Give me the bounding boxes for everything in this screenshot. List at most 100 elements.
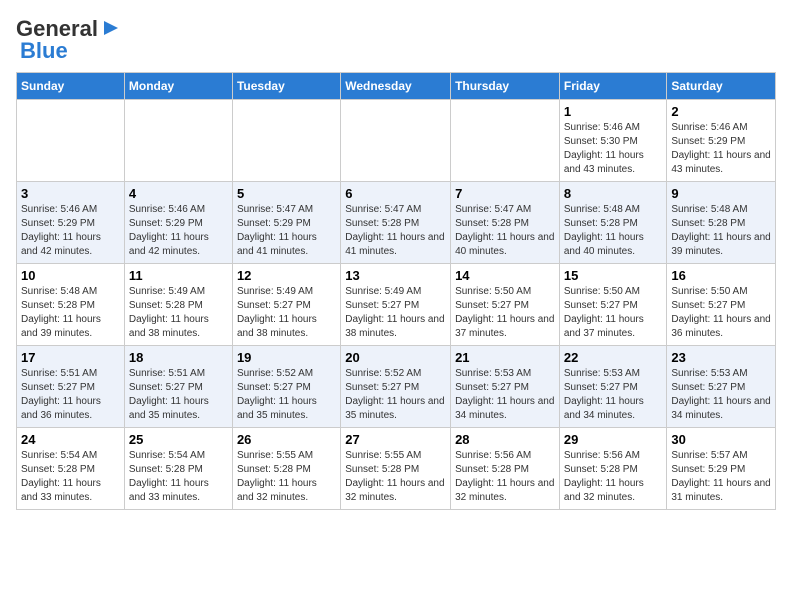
calendar-cell: 22Sunrise: 5:53 AM Sunset: 5:27 PM Dayli… bbox=[559, 346, 667, 428]
calendar-cell bbox=[451, 100, 560, 182]
calendar-cell: 2 Sunrise: 5:46 AM Sunset: 5:29 PM Daylig… bbox=[667, 100, 776, 182]
calendar-cell: 1 Sunrise: 5:46 AM Sunset: 5:30 PM Daylig… bbox=[559, 100, 667, 182]
calendar-cell: 18 Sunrise: 5:51 AM Sunset: 5:27 PM Dayli… bbox=[124, 346, 232, 428]
calendar-cell: 14Sunrise: 5:50 AM Sunset: 5:27 PM Dayli… bbox=[451, 264, 560, 346]
day-number: 6 bbox=[345, 186, 446, 201]
day-info: Sunrise: 5:46 AM Sunset: 5:29 PM Dayligh… bbox=[21, 203, 120, 259]
day-info: Sunrise: 5:49 AM Sunset: 5:27 PM Dayligh… bbox=[237, 285, 336, 341]
day-info: Sunrise: 5:52 AM Sunset: 5:27 PM Dayligh… bbox=[345, 367, 446, 423]
weekday-header-cell: Sunday bbox=[17, 73, 125, 100]
day-number: 18 bbox=[129, 350, 228, 365]
calendar-body: 1 Sunrise: 5:46 AM Sunset: 5:30 PM Daylig… bbox=[17, 100, 776, 510]
calendar-week-row: 10 Sunrise: 5:48 AM Sunset: 5:28 PM Dayli… bbox=[17, 264, 776, 346]
day-info: Sunrise: 5:49 AM Sunset: 5:27 PM Dayligh… bbox=[345, 285, 446, 341]
day-info: Sunrise: 5:53 AM Sunset: 5:27 PM Dayligh… bbox=[455, 367, 555, 423]
day-info: Sunrise: 5:51 AM Sunset: 5:27 PM Dayligh… bbox=[21, 367, 120, 423]
day-number: 20 bbox=[345, 350, 446, 365]
calendar-cell bbox=[124, 100, 232, 182]
day-number: 17 bbox=[21, 350, 120, 365]
calendar-cell: 10 Sunrise: 5:48 AM Sunset: 5:28 PM Dayli… bbox=[17, 264, 125, 346]
calendar-cell: 23 Sunrise: 5:53 AM Sunset: 5:27 PM Dayli… bbox=[667, 346, 776, 428]
calendar-week-row: 3 Sunrise: 5:46 AM Sunset: 5:29 PM Daylig… bbox=[17, 182, 776, 264]
day-info: Sunrise: 5:56 AM Sunset: 5:28 PM Dayligh… bbox=[564, 449, 663, 505]
calendar-cell: 15 Sunrise: 5:50 AM Sunset: 5:27 PM Dayli… bbox=[559, 264, 667, 346]
calendar-cell bbox=[17, 100, 125, 182]
logo-blue: Blue bbox=[20, 38, 68, 64]
calendar-week-row: 24 Sunrise: 5:54 AM Sunset: 5:28 PM Dayli… bbox=[17, 428, 776, 510]
day-info: Sunrise: 5:50 AM Sunset: 5:27 PM Dayligh… bbox=[671, 285, 771, 341]
day-number: 24 bbox=[21, 432, 120, 447]
day-number: 2 bbox=[671, 104, 771, 119]
day-number: 23 bbox=[671, 350, 771, 365]
calendar-cell bbox=[232, 100, 340, 182]
calendar-cell: 29 Sunrise: 5:56 AM Sunset: 5:28 PM Dayli… bbox=[559, 428, 667, 510]
day-info: Sunrise: 5:51 AM Sunset: 5:27 PM Dayligh… bbox=[129, 367, 228, 423]
weekday-header-cell: Saturday bbox=[667, 73, 776, 100]
day-number: 29 bbox=[564, 432, 663, 447]
day-info: Sunrise: 5:50 AM Sunset: 5:27 PM Dayligh… bbox=[455, 285, 555, 341]
day-info: Sunrise: 5:47 AM Sunset: 5:28 PM Dayligh… bbox=[345, 203, 446, 259]
day-number: 28 bbox=[455, 432, 555, 447]
day-info: Sunrise: 5:46 AM Sunset: 5:30 PM Dayligh… bbox=[564, 121, 663, 177]
calendar-cell: 20 Sunrise: 5:52 AM Sunset: 5:27 PM Dayli… bbox=[341, 346, 451, 428]
calendar-cell: 5Sunrise: 5:47 AM Sunset: 5:29 PM Daylig… bbox=[232, 182, 340, 264]
calendar-cell: 11 Sunrise: 5:49 AM Sunset: 5:28 PM Dayli… bbox=[124, 264, 232, 346]
calendar-week-row: 1 Sunrise: 5:46 AM Sunset: 5:30 PM Daylig… bbox=[17, 100, 776, 182]
day-number: 7 bbox=[455, 186, 555, 201]
day-info: Sunrise: 5:49 AM Sunset: 5:28 PM Dayligh… bbox=[129, 285, 228, 341]
calendar-cell: 12 Sunrise: 5:49 AM Sunset: 5:27 PM Dayli… bbox=[232, 264, 340, 346]
header: General Blue bbox=[16, 16, 776, 64]
day-info: Sunrise: 5:48 AM Sunset: 5:28 PM Dayligh… bbox=[21, 285, 120, 341]
calendar-cell: 19Sunrise: 5:52 AM Sunset: 5:27 PM Dayli… bbox=[232, 346, 340, 428]
weekday-header-cell: Wednesday bbox=[341, 73, 451, 100]
day-number: 10 bbox=[21, 268, 120, 283]
calendar-cell bbox=[341, 100, 451, 182]
day-number: 5 bbox=[237, 186, 336, 201]
calendar-table: SundayMondayTuesdayWednesdayThursdayFrid… bbox=[16, 72, 776, 510]
day-info: Sunrise: 5:55 AM Sunset: 5:28 PM Dayligh… bbox=[345, 449, 446, 505]
day-info: Sunrise: 5:46 AM Sunset: 5:29 PM Dayligh… bbox=[671, 121, 771, 177]
day-number: 15 bbox=[564, 268, 663, 283]
day-info: Sunrise: 5:53 AM Sunset: 5:27 PM Dayligh… bbox=[671, 367, 771, 423]
calendar-cell: 8 Sunrise: 5:48 AM Sunset: 5:28 PM Daylig… bbox=[559, 182, 667, 264]
calendar-cell: 30Sunrise: 5:57 AM Sunset: 5:29 PM Dayli… bbox=[667, 428, 776, 510]
day-number: 8 bbox=[564, 186, 663, 201]
day-number: 9 bbox=[671, 186, 771, 201]
weekday-header-cell: Friday bbox=[559, 73, 667, 100]
calendar-cell: 3 Sunrise: 5:46 AM Sunset: 5:29 PM Daylig… bbox=[17, 182, 125, 264]
day-info: Sunrise: 5:56 AM Sunset: 5:28 PM Dayligh… bbox=[455, 449, 555, 505]
day-info: Sunrise: 5:57 AM Sunset: 5:29 PM Dayligh… bbox=[671, 449, 771, 505]
day-number: 27 bbox=[345, 432, 446, 447]
day-info: Sunrise: 5:50 AM Sunset: 5:27 PM Dayligh… bbox=[564, 285, 663, 341]
day-info: Sunrise: 5:48 AM Sunset: 5:28 PM Dayligh… bbox=[564, 203, 663, 259]
calendar-cell: 24 Sunrise: 5:54 AM Sunset: 5:28 PM Dayli… bbox=[17, 428, 125, 510]
day-number: 3 bbox=[21, 186, 120, 201]
weekday-header-cell: Monday bbox=[124, 73, 232, 100]
logo-icon bbox=[100, 17, 122, 39]
day-info: Sunrise: 5:46 AM Sunset: 5:29 PM Dayligh… bbox=[129, 203, 228, 259]
calendar-cell: 6 Sunrise: 5:47 AM Sunset: 5:28 PM Daylig… bbox=[341, 182, 451, 264]
weekday-header-cell: Thursday bbox=[451, 73, 560, 100]
calendar-cell: 21 Sunrise: 5:53 AM Sunset: 5:27 PM Dayli… bbox=[451, 346, 560, 428]
calendar-cell: 26Sunrise: 5:55 AM Sunset: 5:28 PM Dayli… bbox=[232, 428, 340, 510]
day-number: 25 bbox=[129, 432, 228, 447]
calendar-cell: 13 Sunrise: 5:49 AM Sunset: 5:27 PM Dayli… bbox=[341, 264, 451, 346]
day-info: Sunrise: 5:54 AM Sunset: 5:28 PM Dayligh… bbox=[21, 449, 120, 505]
calendar-cell: 9Sunrise: 5:48 AM Sunset: 5:28 PM Daylig… bbox=[667, 182, 776, 264]
weekday-header-cell: Tuesday bbox=[232, 73, 340, 100]
day-number: 11 bbox=[129, 268, 228, 283]
day-number: 13 bbox=[345, 268, 446, 283]
calendar-cell: 28 Sunrise: 5:56 AM Sunset: 5:28 PM Dayli… bbox=[451, 428, 560, 510]
day-number: 4 bbox=[129, 186, 228, 201]
weekday-header: SundayMondayTuesdayWednesdayThursdayFrid… bbox=[17, 73, 776, 100]
calendar-cell: 7Sunrise: 5:47 AM Sunset: 5:28 PM Daylig… bbox=[451, 182, 560, 264]
day-number: 16 bbox=[671, 268, 771, 283]
calendar-cell: 16 Sunrise: 5:50 AM Sunset: 5:27 PM Dayli… bbox=[667, 264, 776, 346]
day-number: 1 bbox=[564, 104, 663, 119]
day-info: Sunrise: 5:53 AM Sunset: 5:27 PM Dayligh… bbox=[564, 367, 663, 423]
day-number: 21 bbox=[455, 350, 555, 365]
day-number: 12 bbox=[237, 268, 336, 283]
calendar-cell: 17 Sunrise: 5:51 AM Sunset: 5:27 PM Dayli… bbox=[17, 346, 125, 428]
calendar-cell: 25Sunrise: 5:54 AM Sunset: 5:28 PM Dayli… bbox=[124, 428, 232, 510]
calendar-week-row: 17 Sunrise: 5:51 AM Sunset: 5:27 PM Dayli… bbox=[17, 346, 776, 428]
